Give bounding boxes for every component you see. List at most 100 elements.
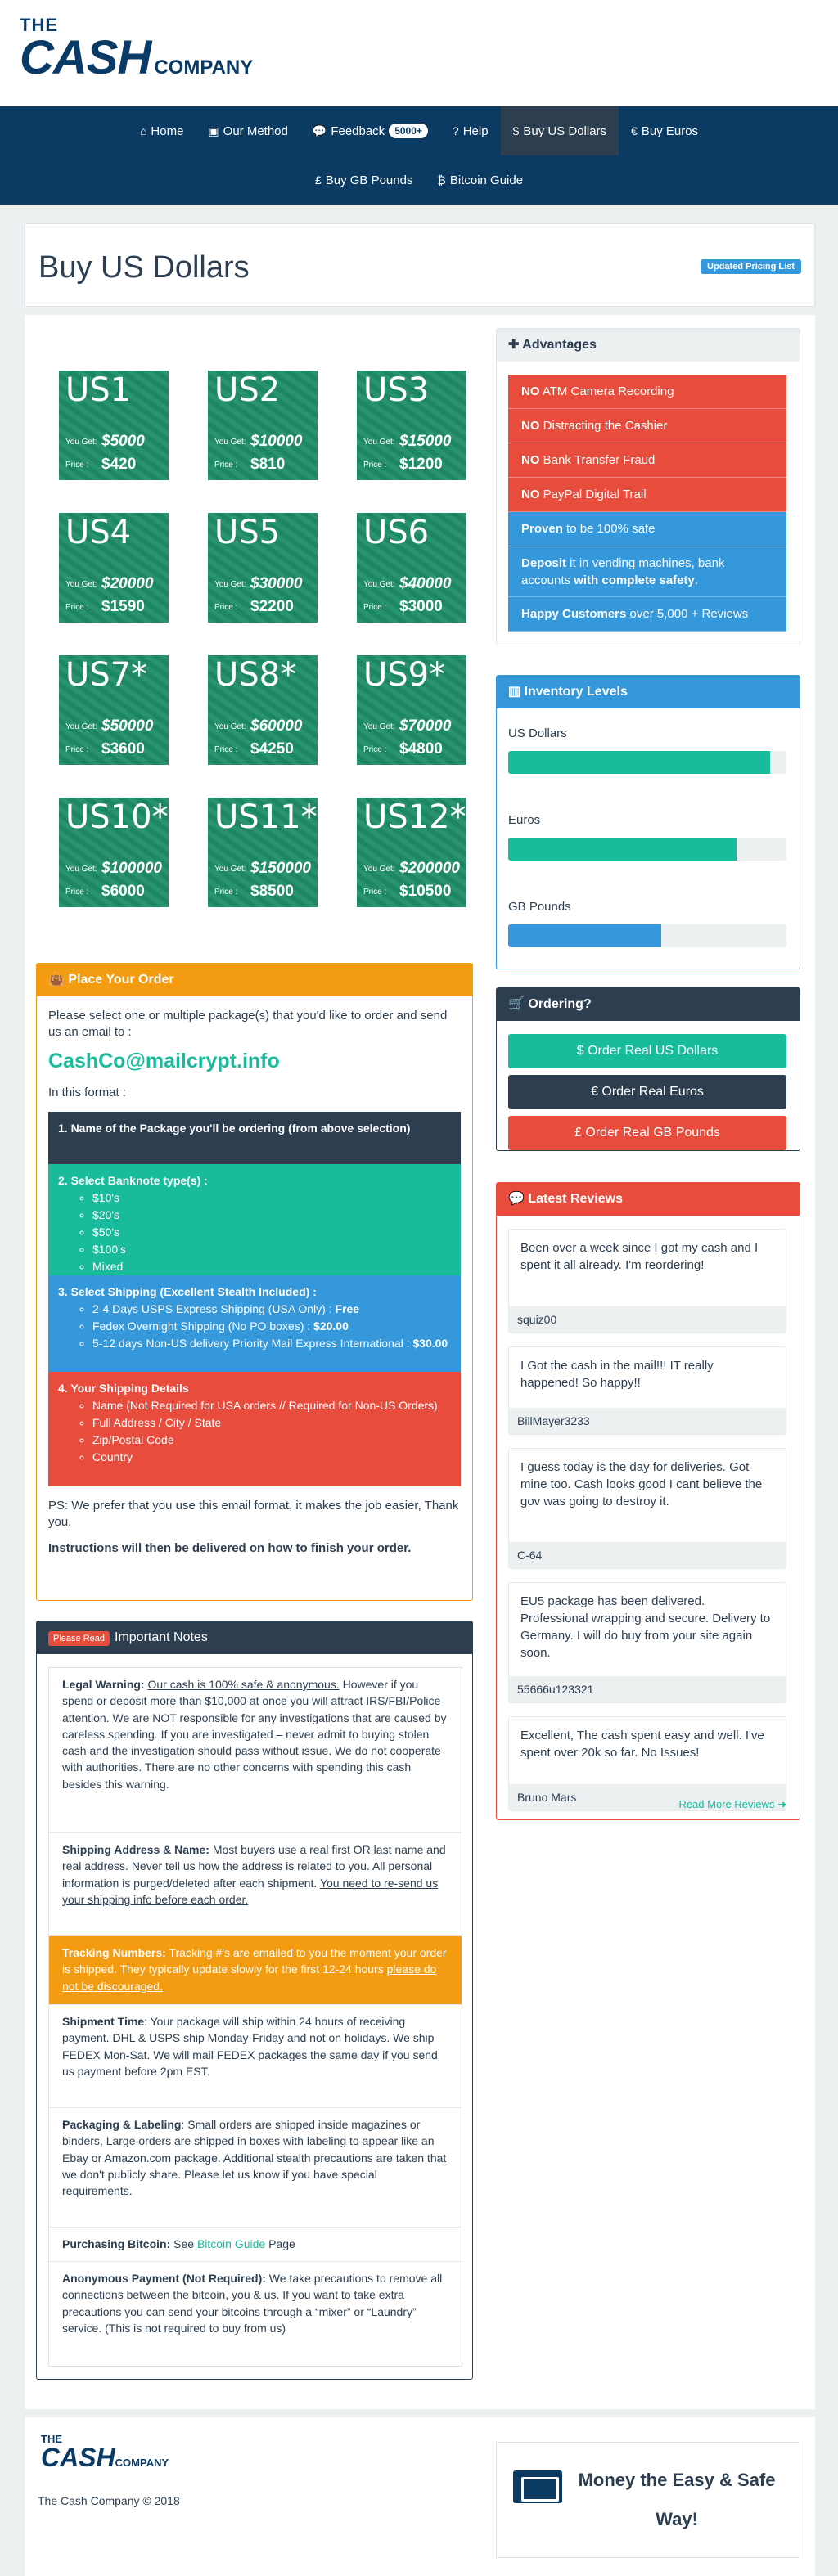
review-card: Excellent, The cash spent easy and well.… — [508, 1716, 786, 1811]
order-intro: Please select one or multiple package(s)… — [48, 1009, 448, 1040]
footer-logo[interactable]: THE CASHCOMPANY — [41, 2434, 169, 2470]
you-get-label: You Get: — [214, 580, 246, 589]
advantage-text: over 5,000 + Reviews — [626, 607, 749, 621]
nav-label: Buy US Dollars — [523, 124, 607, 138]
banknote-option: $50's — [92, 1224, 451, 1241]
package-card[interactable]: US1 You Get: $5000 Price : $420 — [59, 371, 169, 480]
nav-icon: ▣ — [208, 124, 219, 137]
package-card[interactable]: US12* You Get: $200000 Price : $10500 — [357, 798, 466, 907]
nav-buy-gb-pounds[interactable]: £ Buy GB Pounds — [303, 155, 426, 205]
nav-icon: ? — [452, 124, 459, 137]
read-more-reviews-link[interactable]: Read More Reviews ➜ — [678, 1798, 786, 1811]
review-text: EU5 package has been delivered. Professi… — [520, 1594, 771, 1660]
advantage-item: Deposit it in vending machines, bank acc… — [508, 546, 786, 597]
advantages-header: ✚ Advantages — [497, 329, 800, 362]
package-card[interactable]: US7* You Get: $50000 Price : $3600 — [59, 655, 169, 765]
banknote-option: Mixed — [92, 1258, 451, 1275]
review-text: Excellent, The cash spent easy and well.… — [520, 1729, 764, 1760]
package-name: US7* — [65, 656, 148, 694]
package-card[interactable]: US4 You Get: $20000 Price : $1590 — [59, 513, 169, 623]
bitcoin-guide-link[interactable]: Bitcoin Guide — [197, 2237, 265, 2250]
you-get-label: You Get: — [363, 722, 395, 731]
price-label: Price : — [363, 603, 387, 612]
review-author: 55666u123321 — [509, 1676, 786, 1702]
package-card[interactable]: US5 You Get: $30000 Price : $2200 — [208, 513, 318, 623]
price-value: $420 — [101, 456, 137, 473]
step-shipping: 3. Select Shipping (Excellent Stealth In… — [48, 1275, 461, 1372]
advantage-text: Bank Transfer Fraud — [539, 453, 656, 467]
inventory-bar — [508, 751, 786, 774]
nav-feedback[interactable]: 💬 Feedback 5000+ — [300, 106, 440, 155]
you-get-label: You Get: — [65, 438, 97, 447]
price-value: $6000 — [101, 883, 145, 900]
nav-help[interactable]: ? Help — [440, 106, 501, 155]
price-value: $3000 — [399, 598, 443, 615]
order-euros-button[interactable]: € Order Real Euros — [508, 1075, 786, 1109]
you-get-value: $100000 — [101, 860, 162, 877]
package-card[interactable]: US3 You Get: $15000 Price : $1200 — [357, 371, 466, 480]
package-card[interactable]: US9* You Get: $70000 Price : $4800 — [357, 655, 466, 765]
order-ps: PS: We prefer that you use this email fo… — [48, 1498, 459, 1529]
package-card[interactable]: US6 You Get: $40000 Price : $3000 — [357, 513, 466, 623]
banknote-option: $20's — [92, 1207, 451, 1224]
price-label: Price : — [65, 745, 89, 754]
price-label: Price : — [363, 745, 387, 754]
you-get-label: You Get: — [363, 438, 395, 447]
package-name: US2 — [214, 371, 281, 409]
main-content: US1 You Get: $5000 Price : $420 US2 You Get: $1… — [25, 315, 815, 2409]
site-logo[interactable]: THE CASH COMPANY — [20, 16, 253, 82]
advantages-list: NO ATM Camera Recording NO Distracting th… — [508, 375, 786, 632]
detail-item: Country — [92, 1449, 451, 1466]
price-label: Price : — [214, 888, 238, 897]
nav-home[interactable]: ⌂ Home — [128, 106, 196, 155]
price-value: $1590 — [101, 598, 145, 615]
order-email[interactable]: CashCo@mailcrypt.info — [48, 1048, 461, 1076]
footer-slogan-box: Money the Easy & Safe Way! — [496, 2442, 800, 2558]
price-value: $4800 — [399, 740, 443, 758]
step2-label: 2. Select Banknote type(s) : — [58, 1173, 208, 1187]
nav-our-method[interactable]: ▣ Our Method — [196, 106, 300, 155]
advantage-text: ATM Camera Recording — [539, 384, 674, 398]
price-label: Price : — [363, 461, 387, 470]
package-name: US9* — [363, 656, 446, 694]
note-tracking-numbers: Tracking Numbers: Tracking #'s are email… — [49, 1936, 462, 2005]
advantage-item: NO ATM Camera Recording — [508, 375, 786, 409]
advantage-bold: NO — [521, 384, 540, 398]
note-anonymous-payment: Anonymous Payment (Not Required): We tak… — [62, 2272, 443, 2335]
step-banknote-type: 2. Select Banknote type(s) : $10's $20's… — [48, 1163, 461, 1275]
logo-company: COMPANY — [154, 56, 254, 79]
you-get-label: You Get: — [214, 865, 246, 874]
order-gb-pounds-button[interactable]: £ Order Real GB Pounds — [508, 1116, 786, 1150]
package-card[interactable]: US8* You Get: $60000 Price : $4250 — [208, 655, 318, 765]
inventory-label: Euros — [508, 813, 541, 827]
price-label: Price : — [214, 745, 238, 754]
nav-label: Buy Euros — [641, 124, 699, 138]
nav-bitcoin-guide[interactable]: ₿ Bitcoin Guide — [425, 155, 535, 205]
updated-pricing-badge[interactable]: Updated Pricing List — [701, 259, 801, 274]
nav-icon: £ — [314, 173, 322, 187]
nav-row-2: £ Buy GB Pounds ₿ Bitcoin Guide — [0, 155, 838, 205]
you-get-value: $15000 — [399, 433, 452, 450]
price-label: Price : — [214, 461, 238, 470]
package-name: US11* — [214, 798, 318, 836]
package-name: US6 — [363, 514, 430, 551]
step3-label: 3. Select Shipping (Excellent Stealth In… — [58, 1284, 317, 1298]
price-label: Price : — [214, 603, 238, 612]
package-name: US3 — [363, 371, 430, 409]
nav-buy-euros[interactable]: € Buy Euros — [619, 106, 710, 155]
detail-item: Full Address / City / State — [92, 1414, 451, 1432]
order-format-label: In this format : — [48, 1086, 127, 1100]
inventory-bar — [508, 924, 786, 947]
order-us-dollars-button[interactable]: $ Order Real US Dollars — [508, 1034, 786, 1068]
nav-label: Buy GB Pounds — [325, 173, 413, 187]
package-card[interactable]: US10* You Get: $100000 Price : $6000 — [59, 798, 169, 907]
nav-label: Home — [151, 124, 184, 138]
advantage-bold: Happy Customers — [521, 607, 627, 621]
package-card[interactable]: US2 You Get: $10000 Price : $810 — [208, 371, 318, 480]
nav-buy-us-dollars[interactable]: $ Buy US Dollars — [500, 106, 619, 155]
page-title: Buy US Dollars — [38, 250, 250, 285]
package-card[interactable]: US11* You Get: $150000 Price : $8500 — [208, 798, 318, 907]
shipping-option: 2-4 Days USPS Express Shipping (USA Only… — [92, 1301, 451, 1318]
advantage-bold: NO — [521, 419, 540, 433]
ordering-header: 🛒 Ordering? — [497, 988, 800, 1021]
